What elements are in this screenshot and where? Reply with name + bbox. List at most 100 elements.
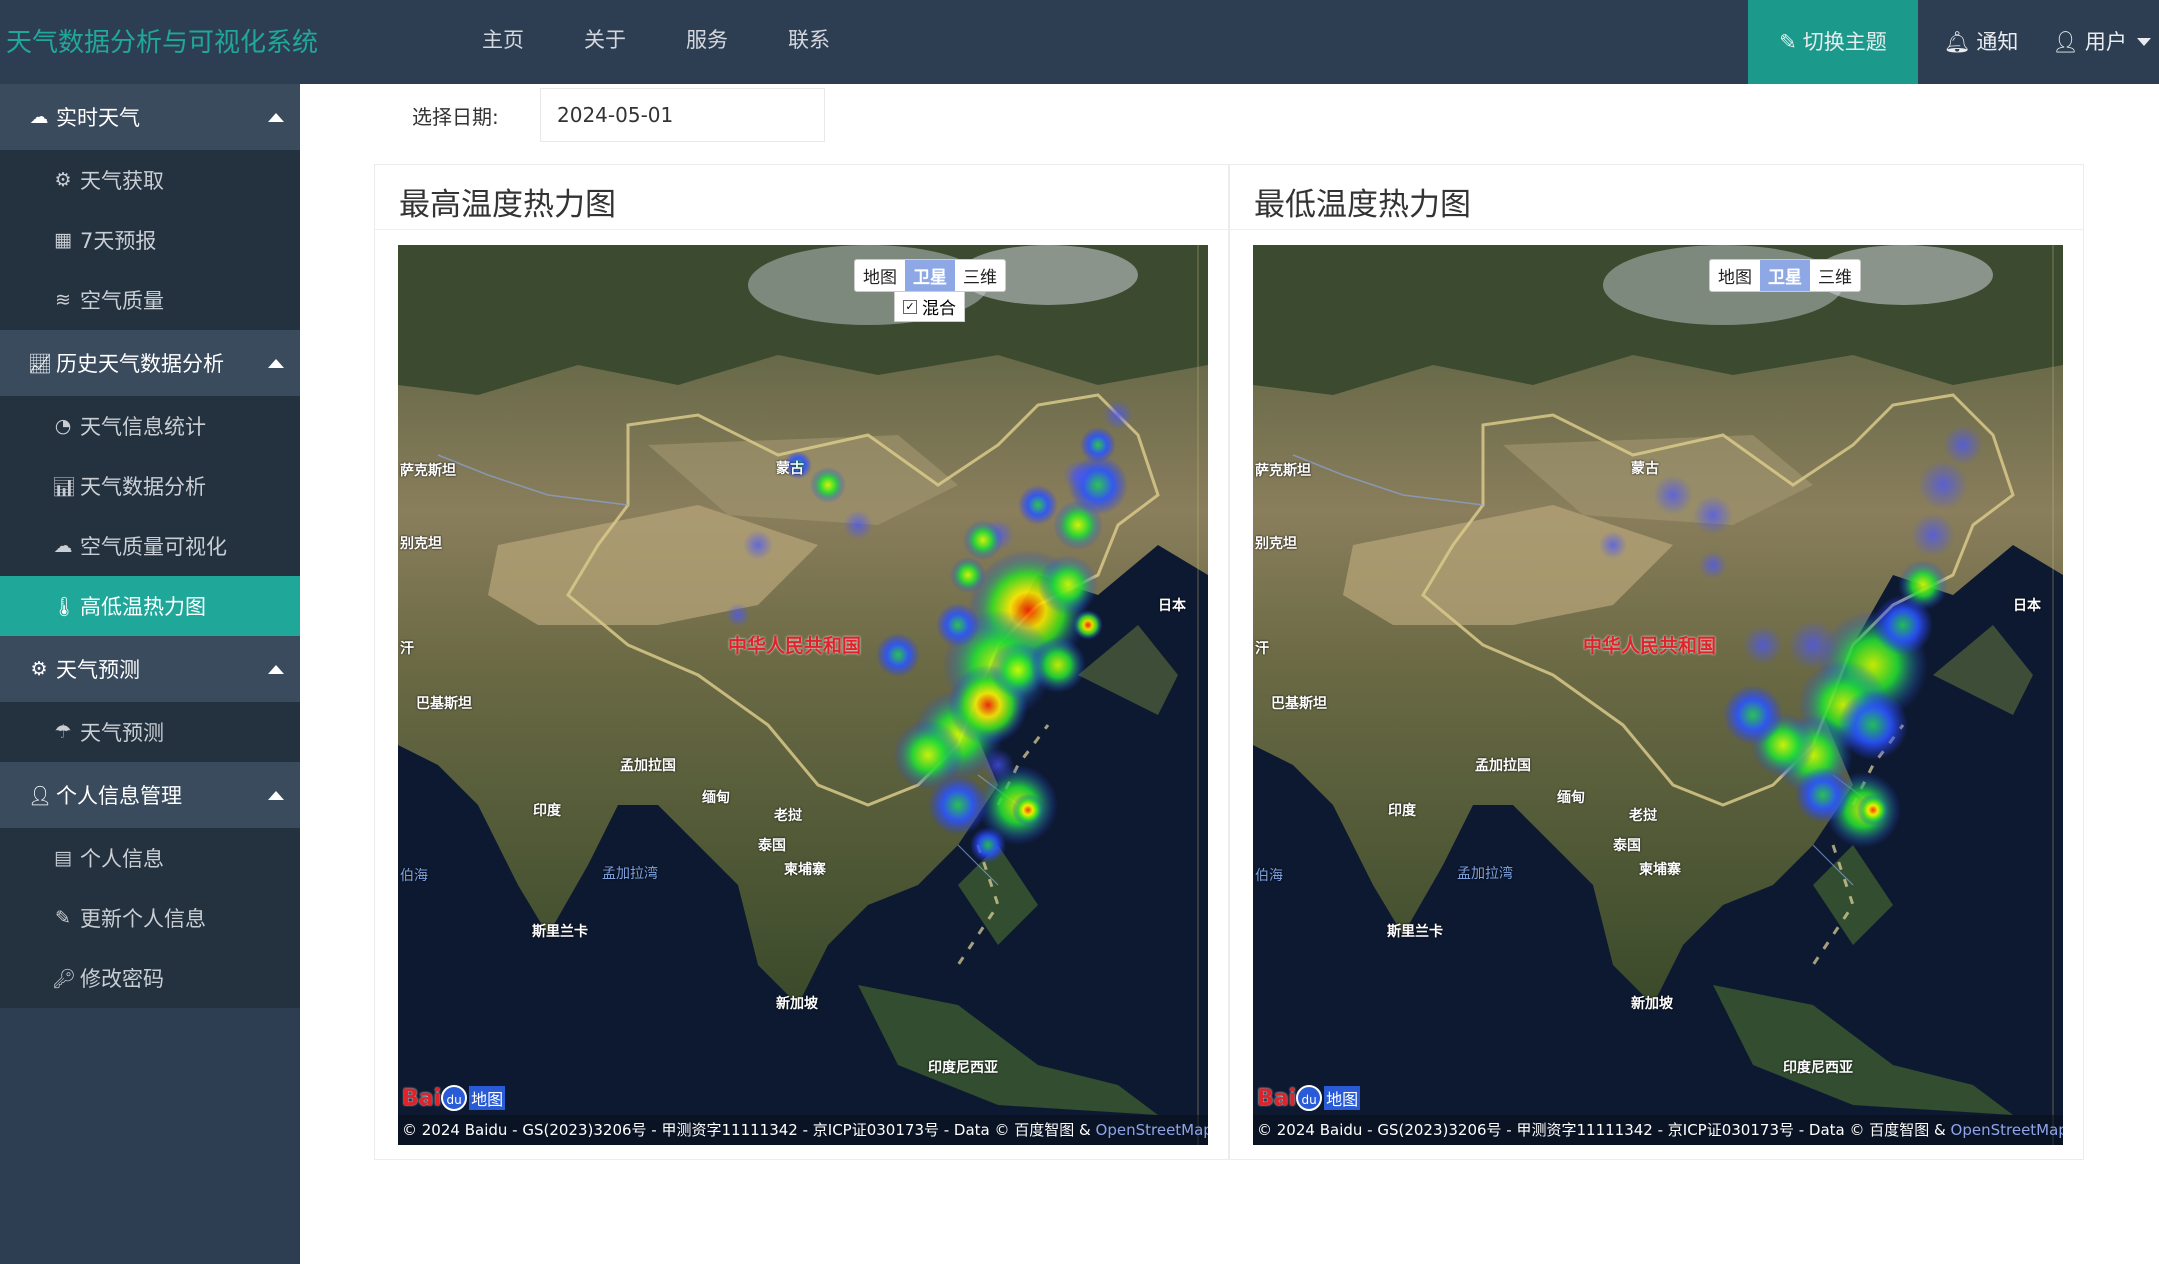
heat-blob — [1080, 427, 1116, 463]
date-input[interactable]: 2024-05-01 — [540, 88, 825, 142]
sidebar-group-history-analysis[interactable]: 📈︎ 历史天气数据分析 — [0, 330, 300, 396]
heat-blob — [928, 775, 988, 835]
cloud-icon: ☁ — [53, 535, 73, 557]
heat-blob — [936, 603, 980, 647]
notification-label: 通知 — [1976, 30, 2019, 54]
sidebar-group-label: 天气预测 — [56, 658, 140, 682]
line-chart-icon: 📈︎ — [28, 352, 53, 375]
id-card-icon: ▤ — [54, 847, 72, 869]
osm-link[interactable]: OpenStreetMap — [1951, 1121, 2063, 1139]
map-type-satellite[interactable]: 卫星 — [1760, 260, 1810, 291]
heat-blob — [1599, 531, 1627, 559]
map-label-kazakhstan: 萨克斯坦 — [1255, 463, 1311, 479]
map-label-mongolia: 蒙古 — [1631, 461, 1659, 477]
sidebar-item-weather-data-analysis[interactable]: 📊︎ 天气数据分析 — [0, 456, 300, 516]
calendar-icon: ▦ — [54, 229, 72, 251]
sidebar-item-label: 天气信息统计 — [80, 415, 206, 439]
max-temp-heatmap[interactable]: 地图 卫星 三维 ✓ 混合 萨克斯坦 蒙古 中华人民共和国 日本 巴基斯坦 孟加拉国 印度 缅… — [398, 245, 1208, 1145]
sidebar-item-label: 7天预报 — [80, 229, 157, 253]
sidebar-item-change-password[interactable]: 🔑︎ 修改密码 — [0, 948, 300, 1008]
logo-text: Bai — [1257, 1085, 1297, 1111]
map-label-bay-of-bengal: 孟加拉湾 — [602, 866, 658, 882]
user-menu[interactable]: 👤︎ 用户 — [2044, 0, 2159, 84]
baidu-paw-icon: du — [441, 1085, 468, 1111]
sidebar-group-label: 历史天气数据分析 — [56, 352, 224, 376]
map-type-map[interactable]: 地图 — [855, 260, 905, 291]
divider — [375, 229, 1228, 230]
edit-icon: ✎ — [55, 907, 71, 929]
sidebar-item-profile[interactable]: ▤ 个人信息 — [0, 828, 300, 888]
heat-blob — [843, 510, 873, 540]
sidebar-item-label: 天气数据分析 — [80, 475, 206, 499]
brand-title[interactable]: 天气数据分析与可视化系统 — [6, 22, 318, 59]
logo-text: Bai — [402, 1085, 442, 1111]
top-right-actions: ✎ 切换主题 🔔︎ 通知 👤︎ 用户 — [1748, 0, 2159, 84]
pie-chart-icon: ◔ — [54, 415, 72, 437]
sidebar-item-label: 空气质量 — [80, 289, 164, 313]
gear-icon: ⚙ — [30, 658, 48, 680]
sidebar-item-air-quality[interactable]: ≋ 空气质量 — [0, 270, 300, 330]
heat-blob — [1073, 610, 1103, 640]
user-icon: 👤︎ — [28, 784, 53, 807]
sidebar-item-weather-fetch[interactable]: ⚙ 天气获取 — [0, 150, 300, 210]
nav-about[interactable]: 关于 — [554, 0, 656, 84]
heat-blob — [1018, 485, 1058, 525]
divider — [1230, 229, 2083, 230]
umbrella-icon: ☂ — [54, 721, 72, 743]
notification-button[interactable]: 🔔︎ 通知 — [1918, 0, 2044, 84]
map-label-afghan: 别克坦 — [1255, 536, 1297, 552]
sidebar-group-label: 实时天气 — [56, 106, 140, 130]
sidebar-item-7day-forecast[interactable]: ▦ 7天预报 — [0, 210, 300, 270]
map-label-china: 中华人民共和国 — [728, 635, 862, 657]
chevron-up-icon — [268, 791, 284, 800]
heat-blob — [1038, 555, 1098, 615]
map-type-3d[interactable]: 三维 — [955, 260, 1005, 291]
sidebar-group-realtime-weather[interactable]: ☁ 实时天气 — [0, 84, 300, 150]
sidebar-group-personal-info[interactable]: 👤︎ 个人信息管理 — [0, 762, 300, 828]
heat-blob — [1030, 637, 1086, 693]
map-label-singapore: 新加坡 — [776, 996, 818, 1012]
heat-blob — [1653, 475, 1693, 515]
copyright-text: © 2024 Baidu - GS(2023)3206号 - 甲测资字11111… — [1257, 1121, 1951, 1139]
min-temp-heatmap[interactable]: 地图 卫星 三维 萨克斯坦 蒙古 中华人民共和国 日本 巴基斯坦 孟加拉国 印度 缅甸 老挝 泰国… — [1253, 245, 2063, 1145]
main-nav: 主页 关于 服务 联系 — [452, 0, 860, 84]
heat-blob — [1063, 460, 1093, 490]
nav-services[interactable]: 服务 — [656, 0, 758, 84]
heat-blob — [1857, 794, 1889, 826]
map-label-japan: 日本 — [2013, 598, 2041, 614]
sidebar-item-weather-prediction[interactable]: ☂ 天气预测 — [0, 702, 300, 762]
sidebar-item-label: 天气预测 — [80, 721, 164, 745]
map-label-arabian-sea: 伯海 — [1255, 868, 1283, 884]
sidebar-group-weather-prediction[interactable]: ⚙ 天气预测 — [0, 636, 300, 702]
switch-theme-button[interactable]: ✎ 切换主题 — [1748, 0, 1918, 84]
map-type-map[interactable]: 地图 — [1710, 260, 1760, 291]
wind-icon: ≋ — [55, 289, 71, 311]
baidu-paw-icon: du — [1296, 1085, 1323, 1111]
sidebar-item-label: 空气质量可视化 — [80, 535, 227, 559]
map-label-thailand: 泰国 — [1613, 838, 1641, 854]
map-type-3d[interactable]: 三维 — [1810, 260, 1860, 291]
nav-contact[interactable]: 联系 — [758, 0, 860, 84]
map-label-sri-lanka: 斯里兰卡 — [532, 924, 588, 940]
map-type-satellite[interactable]: 卫星 — [905, 260, 955, 291]
sidebar-item-air-quality-viz[interactable]: ☁ 空气质量可视化 — [0, 516, 300, 576]
map-label-bangladesh: 孟加拉国 — [620, 758, 676, 774]
hybrid-toggle[interactable]: ✓ 混合 — [894, 291, 965, 322]
map-label-myanmar: 缅甸 — [1557, 790, 1585, 806]
baidu-map-logo: Bai du 地图 — [1257, 1085, 1361, 1111]
map-label-turkmen: 汗 — [400, 641, 414, 657]
sidebar-item-update-profile[interactable]: ✎ 更新个人信息 — [0, 888, 300, 948]
heat-blob — [950, 557, 986, 593]
osm-link[interactable]: OpenStreetMap — [1096, 1121, 1208, 1139]
sidebar-item-weather-stats[interactable]: ◔ 天气信息统计 — [0, 396, 300, 456]
panel-title: 最高温度热力图 — [399, 187, 616, 223]
sidebar-item-temperature-heatmap[interactable]: 🌡︎ 高低温热力图 — [0, 576, 300, 636]
map-label-cambodia: 柬埔寨 — [784, 862, 826, 878]
sidebar-item-label: 高低温热力图 — [80, 595, 206, 619]
heat-blob — [1918, 460, 1968, 510]
map-label-pakistan: 巴基斯坦 — [1271, 696, 1327, 712]
cloud-icon: ☁ — [29, 106, 49, 128]
nav-home[interactable]: 主页 — [452, 0, 554, 84]
min-temp-panel: 最低温度热力图 地图 卫星 三维 萨克斯坦 蒙古 中华人民共和国 日本 巴基斯坦 孟加拉国… — [1229, 164, 2084, 1160]
heat-blob — [743, 530, 773, 560]
